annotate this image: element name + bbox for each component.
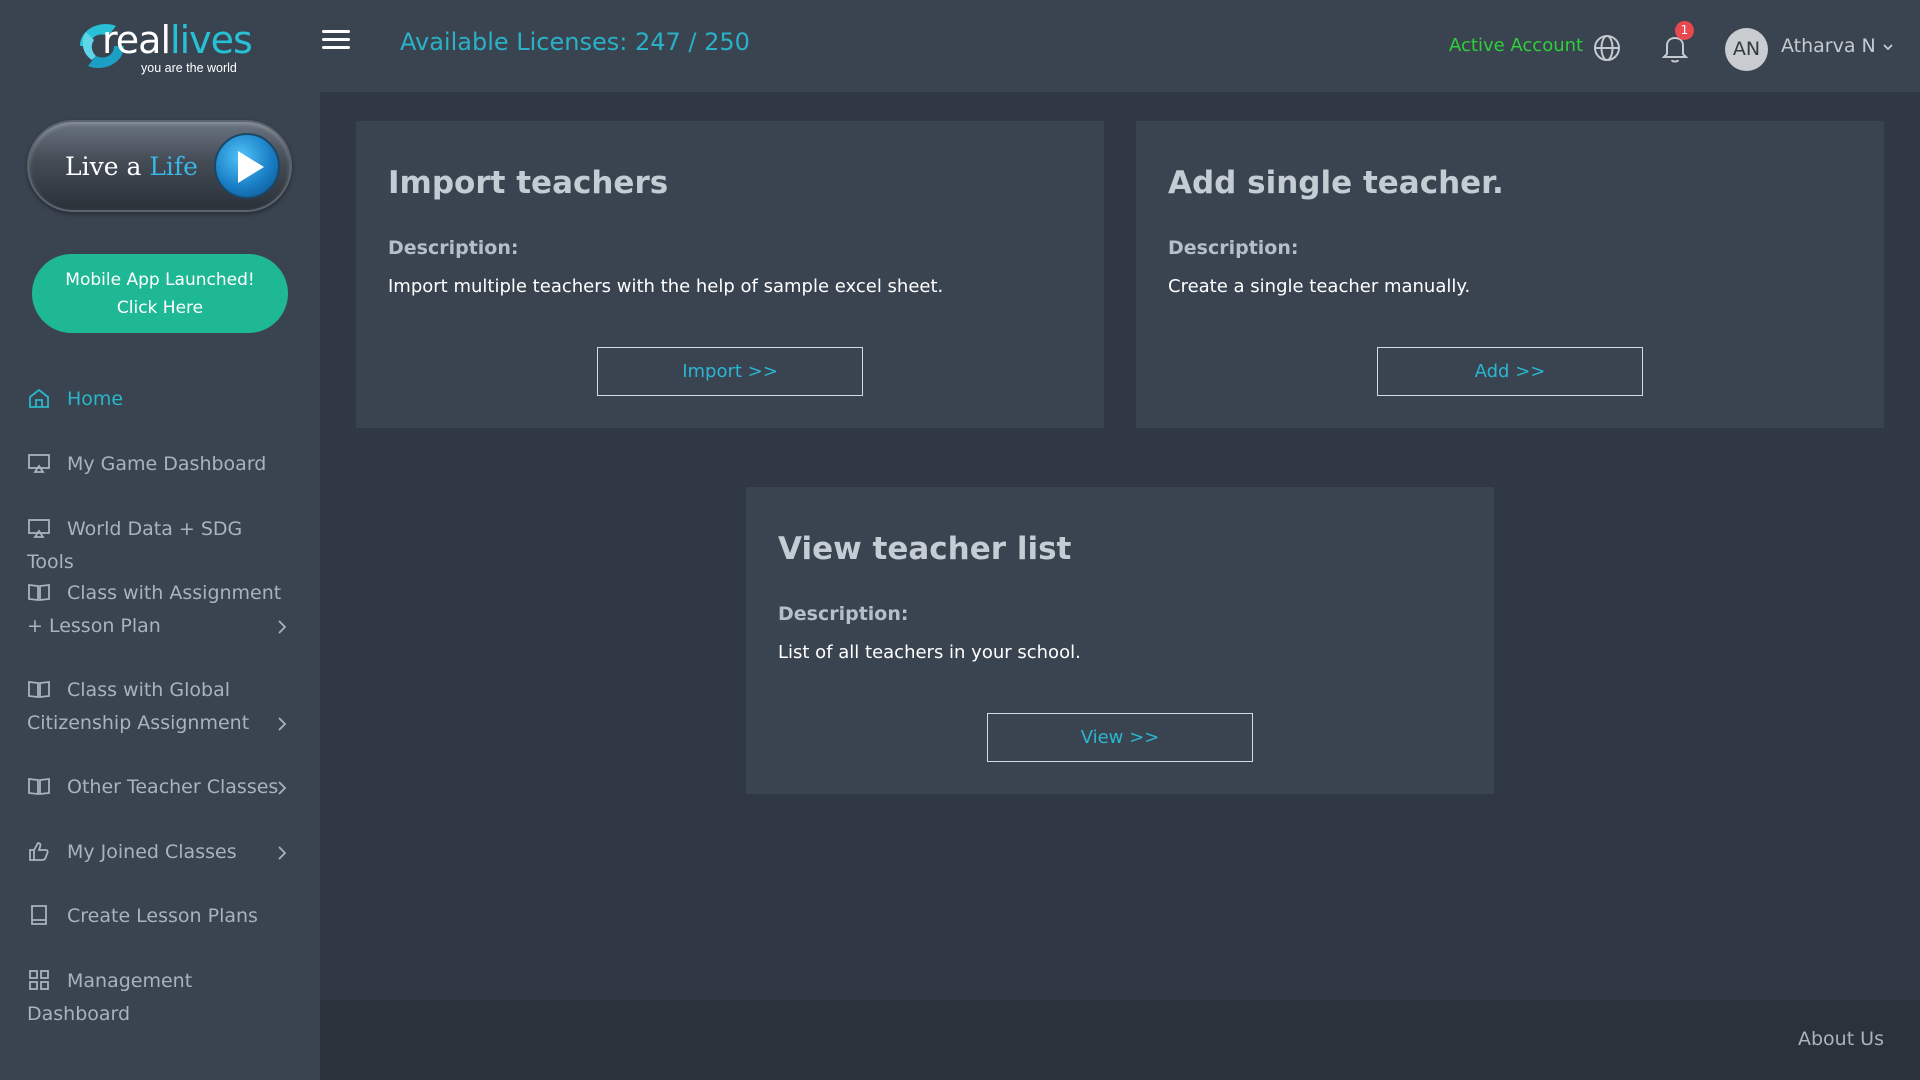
sidebar-item-my-game-dashboard[interactable]: My Game Dashboard	[27, 448, 295, 481]
avatar[interactable]: AN	[1725, 28, 1768, 71]
reallives-logo[interactable]: reallives you are the world	[72, 14, 262, 80]
card-title: View teacher list	[778, 531, 1072, 567]
import-teachers-card: Import teachers Description: Import mult…	[356, 121, 1104, 428]
book-icon	[31, 904, 47, 925]
view-teacher-list-card: View teacher list Description: List of a…	[746, 487, 1494, 794]
chevron-right-icon	[278, 620, 287, 634]
description-label: Description:	[388, 237, 519, 259]
sidebar: reallives you are the world Live a Life …	[0, 0, 320, 1080]
grid-icon	[29, 969, 49, 990]
thumbs-up-icon	[29, 841, 49, 861]
available-licenses: Available Licenses: 247 / 250	[400, 28, 750, 56]
monitor-icon	[28, 453, 50, 473]
sidebar-item-create-lesson-plans[interactable]: Create Lesson Plans	[27, 900, 295, 933]
chevron-right-icon	[278, 717, 287, 731]
sidebar-item-other-teacher-classes[interactable]: Other Teacher Classes	[27, 771, 295, 804]
add-button[interactable]: Add >>	[1377, 347, 1643, 396]
top-bar: Available Licenses: 247 / 250 Active Acc…	[320, 0, 1920, 92]
book-open-icon	[28, 583, 50, 601]
account-status: Active Account	[1449, 35, 1584, 56]
mobile-app-line1: Mobile App Launched!	[65, 269, 255, 290]
sidebar-item-my-joined-classes[interactable]: My Joined Classes	[27, 836, 295, 869]
sidebar-item-class-with-global-citizenship[interactable]: Class with Global Citizenship Assignment	[27, 674, 295, 740]
sidebar-item-world-data-sdg-tools[interactable]: World Data + SDG Tools	[27, 513, 295, 579]
card-title: Import teachers	[388, 165, 669, 201]
book-open-icon	[28, 777, 50, 795]
logo-wordmark: reallives	[102, 18, 253, 62]
import-button[interactable]: Import >>	[597, 347, 863, 396]
about-us-link[interactable]: About Us	[1798, 1028, 1884, 1050]
mobile-app-launched-button[interactable]: Mobile App Launched! Click Here	[32, 254, 288, 333]
book-open-icon	[28, 680, 50, 698]
mobile-app-line2: Click Here	[116, 297, 204, 318]
description-label: Description:	[1168, 237, 1299, 259]
sidebar-item-class-with-assignment[interactable]: Class with Assignment + Lesson Plan	[27, 577, 295, 643]
globe-icon[interactable]	[1592, 33, 1622, 63]
card-description: Import multiple teachers with the help o…	[388, 276, 944, 297]
monitor-icon	[28, 518, 50, 538]
chevron-down-icon[interactable]	[1882, 42, 1894, 52]
view-button[interactable]: View >>	[987, 713, 1253, 762]
hamburger-menu-icon[interactable]	[322, 30, 352, 56]
card-description: List of all teachers in your school.	[778, 642, 1081, 663]
card-title: Add single teacher.	[1168, 165, 1504, 201]
sidebar-item-management-dashboard[interactable]: Management Dashboard	[27, 965, 295, 1031]
add-single-teacher-card: Add single teacher. Description: Create …	[1136, 121, 1884, 428]
logo-tagline: you are the world	[141, 61, 237, 75]
footer: About Us	[320, 1000, 1920, 1080]
home-icon	[29, 388, 49, 408]
card-description: Create a single teacher manually.	[1168, 276, 1471, 297]
user-name[interactable]: Atharva N	[1781, 35, 1876, 57]
live-a-life-label: Live a Life	[65, 152, 198, 181]
description-label: Description:	[778, 603, 909, 625]
live-a-life-button[interactable]: Live a Life	[27, 120, 292, 212]
chevron-right-icon	[278, 846, 287, 860]
sidebar-item-home[interactable]: Home	[27, 383, 295, 416]
play-icon	[214, 133, 280, 199]
chevron-right-icon	[278, 781, 287, 795]
notification-badge: 1	[1675, 21, 1694, 40]
